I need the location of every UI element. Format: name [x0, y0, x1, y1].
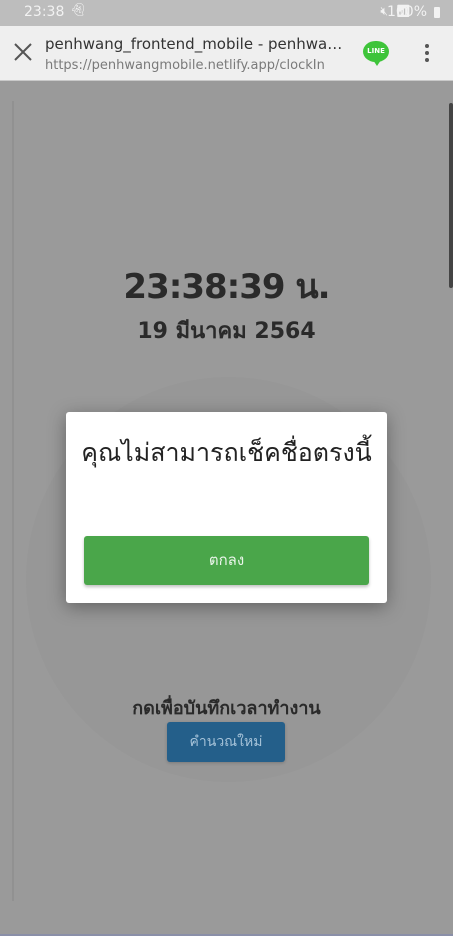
- divider: [12, 101, 14, 901]
- line-icon-text: LINE: [367, 47, 385, 55]
- current-time: 23:38:39 น.: [123, 267, 330, 307]
- battery-icon: [434, 7, 440, 18]
- clock-in-instruction: กดเพื่อบันทึกเวลาทำงาน: [132, 698, 321, 719]
- snapchat-ghost-icon: 👻︎: [70, 3, 87, 18]
- status-bar: 23:38 👻︎ 🔇︎ 📶︎ 100%: [0, 0, 453, 26]
- line-icon[interactable]: LINE: [363, 41, 389, 66]
- page-url: https://penhwangmobile.netlify.app/clock…: [45, 58, 325, 73]
- close-icon[interactable]: [12, 41, 34, 63]
- battery-level: 100%: [386, 4, 427, 20]
- ok-button[interactable]: ตกลง: [84, 536, 369, 585]
- alert-message: คุณไม่สามารถเช็คชื่อตรงนี้: [81, 438, 372, 467]
- page-title: penhwang_frontend_mobile - penhwan...: [45, 35, 350, 53]
- more-options-icon[interactable]: [420, 41, 434, 63]
- current-date: 19 มีนาคม 2564: [137, 319, 316, 344]
- browser-header: penhwang_frontend_mobile - penhwan... ht…: [0, 26, 453, 81]
- status-time: 23:38: [24, 4, 65, 20]
- alert-dialog: คุณไม่สามารถเช็คชื่อตรงนี้ ตกลง: [66, 412, 387, 603]
- recalculate-button[interactable]: คำนวณใหม่: [167, 722, 285, 762]
